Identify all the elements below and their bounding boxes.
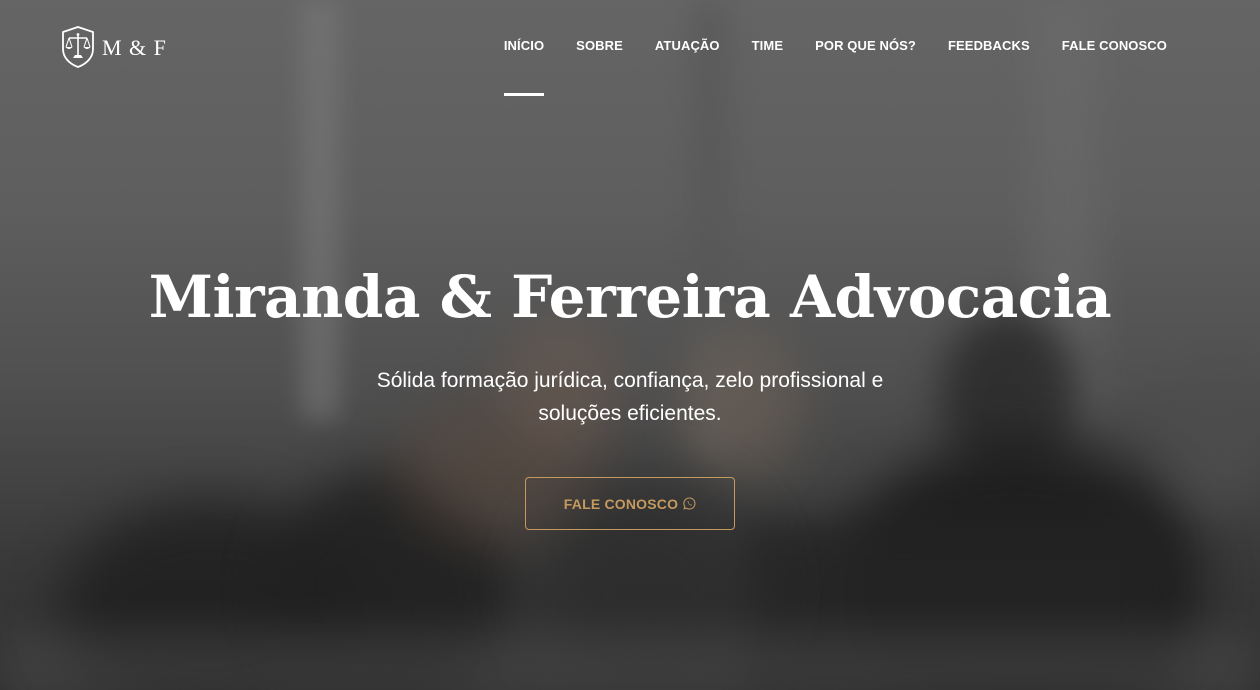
nav-item-feedbacks[interactable]: FEEDBACKS	[948, 38, 1030, 53]
logo-text: M & F	[102, 35, 167, 60]
nav-item-sobre[interactable]: SOBRE	[576, 38, 623, 53]
logo-link[interactable]: M & F	[60, 25, 167, 69]
nav-item-por-que-nos[interactable]: POR QUE NÓS?	[815, 38, 916, 53]
hero-section: M & F INÍCIO SOBRE ATUAÇÃO TIME POR QUE …	[0, 0, 1260, 690]
hero-subtitle: Sólida formação jurídica, confiança, zel…	[376, 369, 884, 425]
hero-title: Miranda & Ferreira Advocacia	[148, 263, 1112, 331]
nav-item-inicio[interactable]: INÍCIO	[503, 38, 545, 96]
whatsapp-icon	[683, 497, 696, 510]
scales-of-justice-shield-icon	[62, 26, 94, 68]
contact-cta-button[interactable]: FALE CONOSCO	[525, 477, 735, 530]
site-header: M & F INÍCIO SOBRE ATUAÇÃO TIME POR QUE …	[0, 0, 1260, 100]
hero-content: Miranda & Ferreira Advocacia Sólida form…	[0, 0, 1260, 690]
nav-item-fale-conosco[interactable]: FALE CONOSCO	[1062, 38, 1167, 53]
nav-item-atuacao[interactable]: ATUAÇÃO	[655, 38, 720, 53]
nav-item-time[interactable]: TIME	[752, 38, 783, 53]
main-nav: INÍCIO SOBRE ATUAÇÃO TIME POR QUE NÓS? F…	[503, 38, 1167, 96]
cta-label: FALE CONOSCO	[563, 495, 679, 512]
